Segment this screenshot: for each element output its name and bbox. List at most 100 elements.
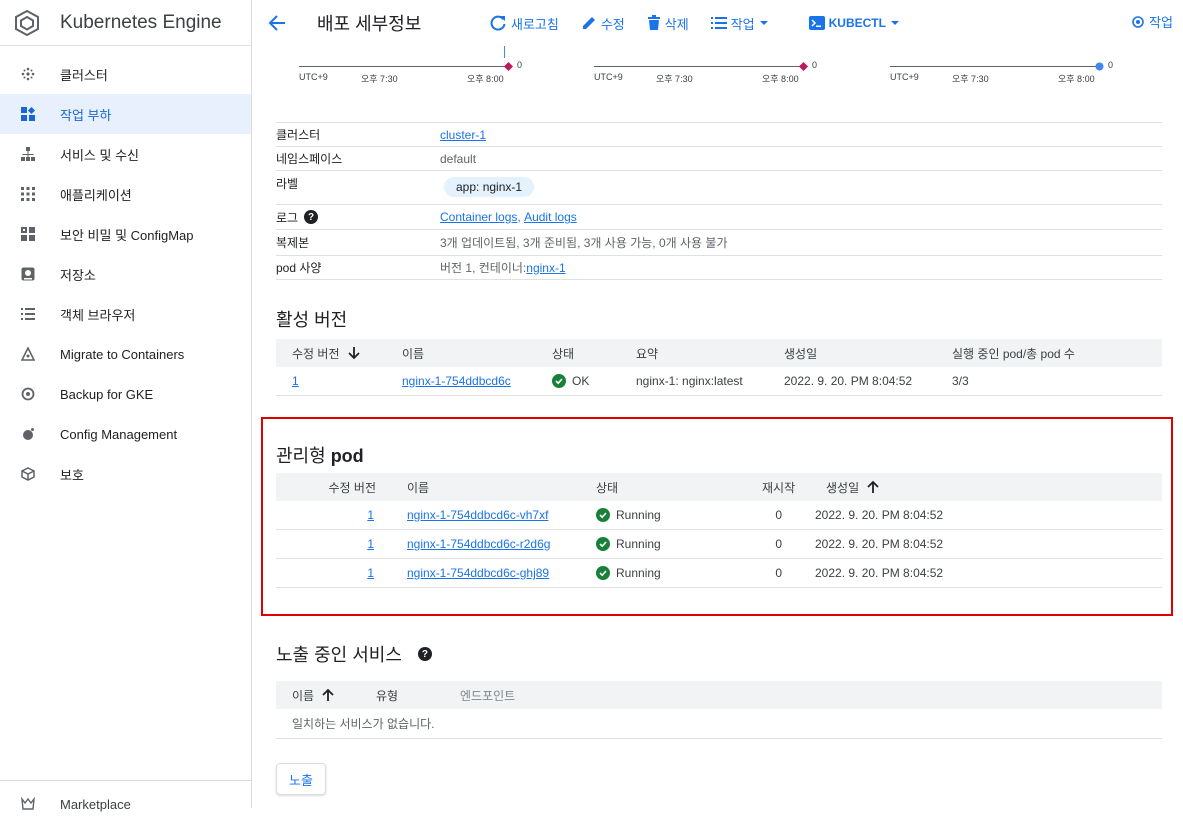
sidebar-item-label: 보호 bbox=[60, 467, 84, 483]
kubernetes-engine-logo-icon bbox=[15, 9, 39, 36]
sidebar-item-label: Config Management bbox=[60, 426, 178, 442]
chart-tick: 오후 7:30 bbox=[656, 74, 693, 84]
backup-icon bbox=[20, 386, 36, 402]
created-header[interactable]: 생성일 bbox=[826, 479, 879, 496]
chart-axis bbox=[299, 66, 509, 67]
detail-key: 라벨 bbox=[276, 177, 299, 191]
pencil-icon bbox=[582, 17, 595, 29]
container-logs-link[interactable]: Container logs bbox=[440, 210, 517, 224]
exposed-services-title-text: 노출 중인 서비스 bbox=[276, 645, 402, 665]
detail-row-logs: 로그 ? Container logs , Audit logs bbox=[276, 205, 1162, 230]
managed-pods-title: 관리형 pod bbox=[276, 442, 364, 468]
sidebar-item-label: 작업 부하 bbox=[60, 107, 112, 123]
edit-label: 수정 bbox=[600, 16, 625, 32]
help-icon[interactable]: ? bbox=[417, 647, 432, 661]
audit-logs-link[interactable]: Audit logs bbox=[524, 210, 577, 224]
detail-row-labels: 라벨 app: nginx-1 bbox=[276, 171, 1162, 205]
sidebar-item-label: 저장소 bbox=[60, 267, 96, 283]
detail-row-namespace: 네임스페이스 default bbox=[276, 147, 1162, 171]
revision-link[interactable]: 1 bbox=[367, 537, 374, 551]
container-link[interactable]: nginx-1 bbox=[526, 261, 565, 275]
status-text: Running bbox=[616, 566, 661, 580]
back-arrow-icon[interactable] bbox=[268, 11, 292, 35]
expose-button[interactable]: 노출 bbox=[276, 763, 326, 795]
replicaset-link[interactable]: nginx-1-754ddbcd6c bbox=[402, 374, 511, 388]
summary-text: nginx-1: nginx:latest bbox=[636, 374, 743, 388]
actions-menu-button[interactable]: 작업 bbox=[710, 14, 773, 33]
pod-rows: 1 nginx-1-754ddbcd6c-vh7xf Running 0 202… bbox=[276, 501, 1162, 588]
created-text: 2022. 9. 20. PM 8:04:52 bbox=[784, 374, 913, 388]
sidebar-header: Kubernetes Engine bbox=[0, 0, 251, 46]
details-table: 클러스터 cluster-1 네임스페이스 default 라벨 app: ng… bbox=[276, 122, 1162, 280]
revision-link[interactable]: 1 bbox=[367, 566, 374, 580]
delete-button[interactable]: 삭제 bbox=[647, 14, 689, 33]
header-label: 실행 중인 pod/총 pod 수 bbox=[952, 346, 1075, 361]
detail-row-cluster: 클러스터 cluster-1 bbox=[276, 123, 1162, 147]
sidebar-item-marketplace[interactable]: Marketplace bbox=[0, 781, 251, 827]
managed-pods-table: 수정 버전 이름 상태 재시작 생성일 1 nginx-1-754ddbcd6c… bbox=[276, 473, 1162, 588]
detail-key: 네임스페이스 bbox=[276, 152, 343, 166]
chart-tick: UTC+9 bbox=[299, 72, 328, 82]
help-icon[interactable]: ? bbox=[304, 210, 319, 224]
dot-marker-icon bbox=[1095, 62, 1104, 71]
namespace-value: default bbox=[440, 151, 477, 166]
logs-key-label: 로그 bbox=[276, 210, 299, 225]
check-circle-icon bbox=[596, 566, 610, 580]
mini-chart: 0 UTC+9 오후 7:30 오후 8:00 bbox=[890, 46, 1130, 86]
sidebar-item-workloads[interactable]: 작업 부하 bbox=[0, 94, 251, 134]
main-content: 0 UTC+9 오후 7:30 오후 8:00 0 UTC+9 오후 7:30 … bbox=[252, 46, 1183, 808]
sidebar-bottom: Marketplace bbox=[0, 780, 251, 827]
table-row: 1 nginx-1-754ddbcd6c-r2d6g Running 0 202… bbox=[276, 530, 1162, 559]
edit-button[interactable]: 수정 bbox=[581, 14, 625, 33]
lens-icon bbox=[1132, 15, 1144, 28]
sidebar-item-clusters[interactable]: 클러스터 bbox=[0, 54, 251, 94]
right-action-button[interactable]: 작업 bbox=[1131, 12, 1173, 31]
sidebar-item-protection[interactable]: 보호 bbox=[0, 454, 251, 494]
chart-tick: 오후 7:30 bbox=[361, 74, 398, 84]
sidebar-item-applications[interactable]: 애플리케이션 bbox=[0, 174, 251, 214]
mini-chart: 0 UTC+9 오후 7:30 오후 8:00 bbox=[594, 46, 834, 86]
label-chip: app: nginx-1 bbox=[444, 177, 535, 197]
sidebar-item-label: 보안 비밀 및 ConfigMap bbox=[60, 227, 194, 243]
pod-link[interactable]: nginx-1-754ddbcd6c-vh7xf bbox=[407, 508, 548, 522]
detail-key: 클러스터 bbox=[276, 128, 321, 142]
cluster-link[interactable]: cluster-1 bbox=[440, 128, 486, 142]
refresh-button[interactable]: 새로고침 bbox=[489, 14, 559, 33]
top-bar: 배포 세부정보 새로고침 수정 삭제 작업 KUBECTL 작업 bbox=[252, 0, 1183, 46]
active-revisions-title: 활성 버전 bbox=[276, 310, 348, 330]
revision-header[interactable]: 수정 버전 bbox=[276, 345, 402, 362]
name-header[interactable]: 이름 bbox=[276, 687, 376, 704]
created-text: 2022. 9. 20. PM 8:04:52 bbox=[815, 537, 944, 551]
sidebar: Kubernetes Engine 클러스터 작업 부하 서비스 및 수신 애플… bbox=[0, 0, 252, 812]
pod-link[interactable]: nginx-1-754ddbcd6c-r2d6g bbox=[407, 537, 550, 551]
pod-link[interactable]: nginx-1-754ddbcd6c-ghj89 bbox=[407, 566, 549, 580]
mini-chart: 0 UTC+9 오후 7:30 오후 8:00 bbox=[299, 46, 539, 86]
diamond-marker-icon bbox=[799, 62, 808, 71]
kubectl-menu-button[interactable]: KUBECTL bbox=[808, 16, 904, 30]
detail-key: pod 사양 bbox=[276, 261, 322, 275]
sidebar-item-object-browser[interactable]: 객체 브라우저 bbox=[0, 294, 251, 334]
chart-tick: UTC+9 bbox=[890, 72, 919, 82]
terminal-icon bbox=[808, 16, 825, 30]
detail-row-replicas: 복제본 3개 업데이트됨, 3개 준비됨, 3개 사용 가능, 0개 사용 불가 bbox=[276, 230, 1162, 256]
sidebar-item-secrets[interactable]: 보안 비밀 및 ConfigMap bbox=[0, 214, 251, 254]
sidebar-item-migrate[interactable]: Migrate to Containers bbox=[0, 334, 251, 374]
replicas-value: 3개 업데이트됨, 3개 준비됨, 3개 사용 가능, 0개 사용 불가 bbox=[440, 236, 728, 250]
chart-tick: 오후 8:00 bbox=[1058, 74, 1095, 84]
cluster-icon bbox=[20, 66, 36, 82]
chart-tick: 오후 8:00 bbox=[762, 74, 799, 84]
revision-link[interactable]: 1 bbox=[292, 374, 299, 388]
detail-key: 복제본 bbox=[276, 236, 310, 250]
refresh-icon bbox=[490, 15, 506, 31]
managed-pods-title-bold: pod bbox=[330, 446, 364, 466]
exposed-services-table: 이름 유형 엔드포인트 일치하는 서비스가 없습니다. bbox=[276, 681, 1162, 739]
revision-link[interactable]: 1 bbox=[367, 508, 374, 522]
sidebar-item-backup[interactable]: Backup for GKE bbox=[0, 374, 251, 414]
sidebar-item-label: 애플리케이션 bbox=[60, 187, 132, 203]
chart-tick: 오후 8:00 bbox=[467, 74, 504, 84]
sidebar-item-label: 서비스 및 수신 bbox=[60, 147, 139, 163]
applications-icon bbox=[20, 186, 36, 202]
sidebar-item-storage[interactable]: 저장소 bbox=[0, 254, 251, 294]
sidebar-item-config-management[interactable]: Config Management bbox=[0, 414, 251, 454]
sidebar-item-services[interactable]: 서비스 및 수신 bbox=[0, 134, 251, 174]
